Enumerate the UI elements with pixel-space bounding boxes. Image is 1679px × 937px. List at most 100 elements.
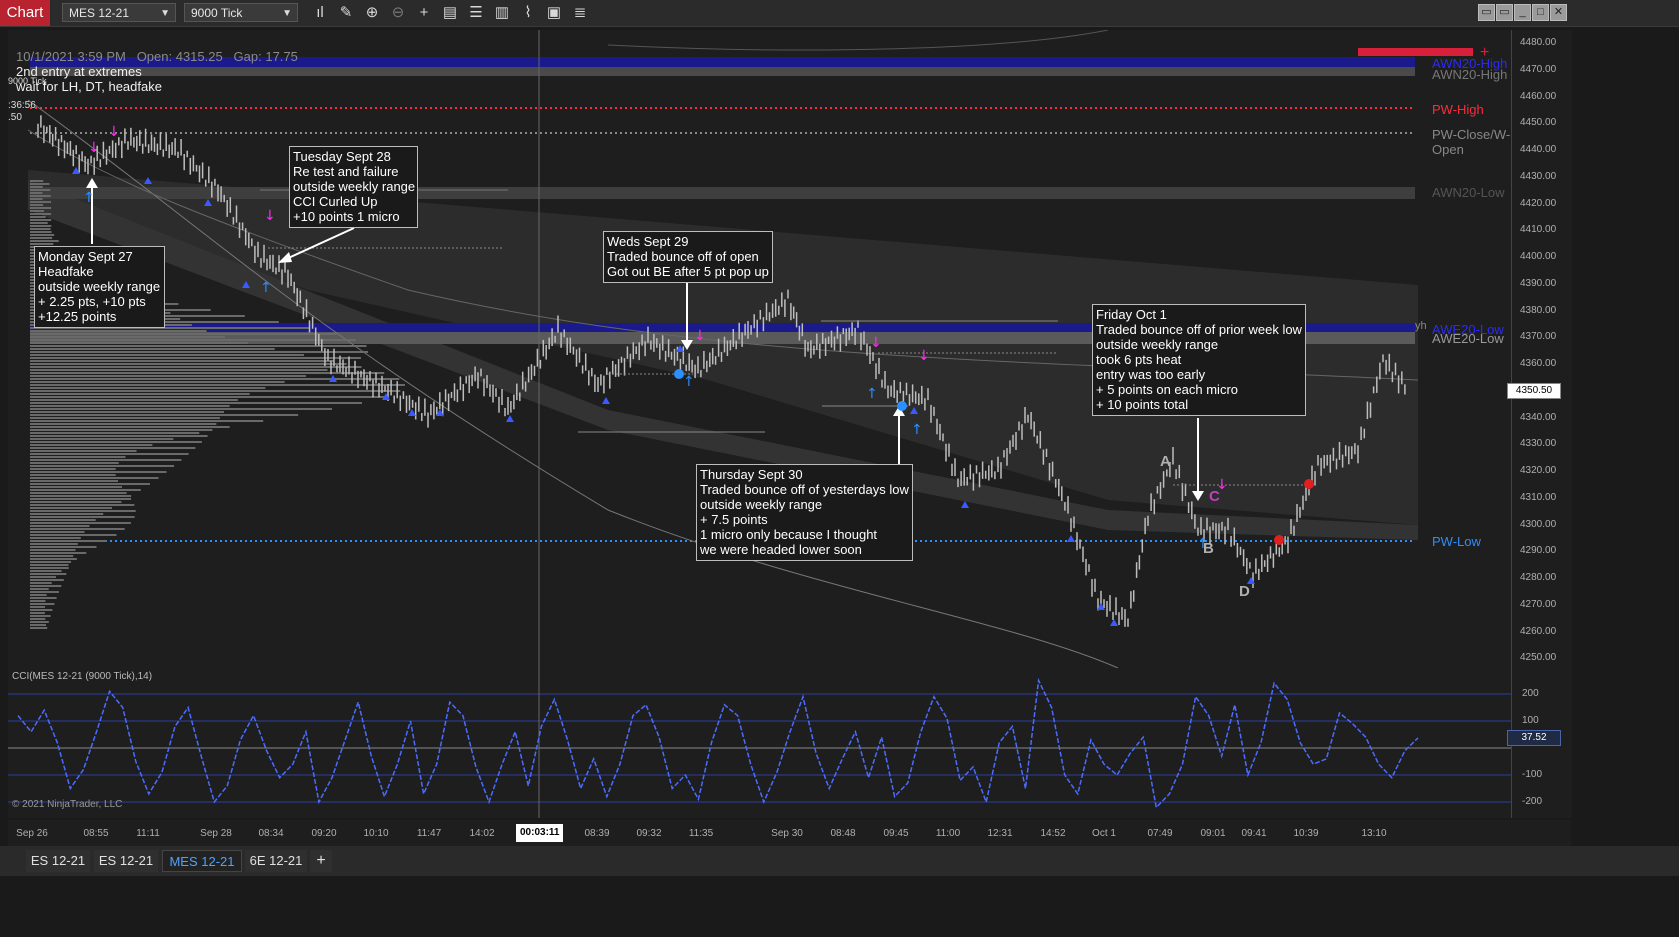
buy-arrow-icon: ↑: [83, 190, 95, 206]
time-tick-label: Sep 30: [771, 828, 803, 839]
volume-profile-bar: [30, 618, 46, 620]
volume-profile-bar: [30, 405, 230, 407]
strategies-icon[interactable]: ▥: [492, 3, 512, 23]
crosshair-icon[interactable]: +: [414, 3, 434, 23]
price-panel[interactable]: + ↑ ↑ ↑ ↑ ↑ ↑ ↓ ↓ ↓ ↓ ↓ ↓ ↓ 10/1/2021 3:59 PM Open: …: [8, 30, 1511, 668]
level-pw-open: Open: [1432, 142, 1464, 157]
chart-tab-bar: ES 12-21 ES 12-21 MES 12-21 6E 12-21 +: [0, 846, 1679, 876]
alert-bar: [1358, 48, 1473, 56]
draw-tool-icon[interactable]: ✎: [336, 3, 356, 23]
time-tick-label: Oct 1: [1092, 828, 1116, 839]
time-tick-label: 08:55: [83, 828, 109, 839]
volume-profile-bar: [30, 567, 69, 569]
volume-profile-bar: [30, 240, 59, 242]
tab-6e[interactable]: 6E 12-21: [245, 850, 307, 872]
cci-title: CCI(MES 12-21 (9000 Tick),14): [12, 671, 153, 682]
cursor-time-badge: 00:03:11: [516, 824, 564, 842]
data-box-icon[interactable]: ▤: [440, 3, 460, 23]
volume-profile-bar: [30, 429, 213, 431]
volume-profile-bar: [30, 609, 53, 611]
volume-profile-bar: [30, 504, 135, 506]
tab-es-1[interactable]: ES 12-21: [26, 850, 90, 872]
volume-profile-bar: [30, 432, 200, 434]
volume-profile-bar: [30, 192, 43, 194]
volume-profile-bar: [30, 423, 217, 425]
volume-profile-bar: [30, 231, 52, 233]
volume-profile-bar: [30, 222, 48, 224]
volume-profile-bar: [30, 624, 46, 626]
list-icon[interactable]: ≣: [570, 3, 590, 23]
volume-profile-bar: [30, 180, 44, 182]
volume-profile-bar: [30, 585, 62, 587]
volume-profile-bar: [30, 546, 97, 548]
volume-profile-bar: [30, 489, 141, 491]
zoom-in-icon[interactable]: ⊕: [362, 3, 382, 23]
tab-mes[interactable]: MES 12-21: [162, 850, 242, 872]
volume-profile-bar: [30, 387, 266, 389]
tab-es-2[interactable]: ES 12-21: [94, 850, 158, 872]
chevron-down-icon: ▼: [282, 8, 292, 19]
volume-profile-bar: [30, 483, 150, 485]
volume-profile-bar: [30, 453, 189, 455]
exit-dot: [1274, 535, 1284, 545]
volume-profile-bar: [30, 183, 50, 185]
window-tile-icon[interactable]: ▭: [1478, 4, 1495, 21]
volume-profile-bar: [30, 435, 208, 437]
volume-profile-bar: [30, 348, 275, 350]
price-tick-label: 4260.00: [1520, 625, 1557, 637]
maximize-icon[interactable]: □: [1532, 4, 1549, 21]
volume-profile-bar: [30, 414, 299, 416]
volume-profile-bar: [30, 579, 64, 581]
volume-profile-bar: [30, 210, 45, 212]
volume-profile-bar: [30, 576, 56, 578]
sell-arrow-icon: ↓: [918, 348, 930, 364]
volume-profile-bar: [30, 552, 87, 554]
time-tick-label: 12:31: [987, 828, 1013, 839]
zoom-out-icon[interactable]: ⊖: [388, 3, 408, 23]
time-tick-label: 11:00: [935, 828, 961, 839]
properties-icon[interactable]: ▣: [544, 3, 564, 23]
volume-profile-bar: [30, 354, 304, 356]
close-icon[interactable]: ✕: [1550, 4, 1567, 21]
price-tick-label: 4460.00: [1520, 90, 1557, 102]
add-tab-button[interactable]: +: [310, 850, 332, 872]
volume-profile-bar: [30, 459, 182, 461]
volume-profile-bar: [30, 525, 90, 527]
templates-icon[interactable]: ☰: [466, 3, 486, 23]
instrument-selector[interactable]: MES 12-21 ▼: [62, 3, 176, 22]
price-tick-label: 4480.00: [1520, 37, 1557, 48]
swing-low-marker-icon: [961, 501, 969, 508]
period-selector[interactable]: 9000 Tick ▼: [184, 3, 298, 22]
volume-profile-bar: [30, 384, 405, 386]
time-axis[interactable]: Sep 26 08:55 11:11 Sep 28 08:34 09:20 10:10 11:…: [8, 820, 1571, 846]
current-price-tag: 4350.50: [1507, 383, 1561, 399]
price-tick-label: 4360.00: [1520, 358, 1557, 369]
level-awn20-high-gray: AWN20-High: [1432, 67, 1508, 82]
price-tick-label: 4390.00: [1520, 277, 1557, 289]
price-tick-label: 4250.00: [1520, 652, 1557, 664]
volume-profile-bar: [30, 450, 137, 452]
pattern-letter-d: D: [1239, 583, 1250, 600]
price-tick-label: 4450.00: [1520, 117, 1557, 129]
volume-profile-bar: [30, 468, 116, 470]
volume-profile-bar: [30, 561, 72, 563]
volume-profile-bar: [30, 402, 363, 404]
chart-badge[interactable]: Chart: [0, 0, 50, 26]
volume-profile-bar: [30, 621, 49, 623]
buy-arrow-icon: ↑: [866, 386, 878, 402]
bar-type-icon[interactable]: ıl: [310, 3, 330, 23]
window-cascade-icon[interactable]: ▭: [1496, 4, 1513, 21]
minimize-icon[interactable]: _: [1514, 4, 1531, 21]
cci-tick-label: -200: [1522, 796, 1543, 807]
entry-dot: [897, 401, 907, 411]
volume-profile-bar: [30, 438, 174, 440]
indicators-icon[interactable]: ⌇: [518, 3, 538, 23]
period-value: 9000 Tick: [191, 6, 243, 20]
time-tick-label: 11:35: [688, 828, 714, 839]
time-tick-label: 07:49: [1147, 828, 1173, 839]
price-tick-label: 4370.00: [1520, 331, 1557, 343]
price-axis[interactable]: 4480.00 4470.00 4460.00 4450.00 4440.00 4430.…: [1507, 30, 1572, 818]
cci-panel[interactable]: CCI(MES 12-21 (9000 Tick),14): [8, 668, 1511, 818]
volume-profile-bar: [30, 363, 347, 365]
volume-profile-bar: [30, 462, 119, 464]
